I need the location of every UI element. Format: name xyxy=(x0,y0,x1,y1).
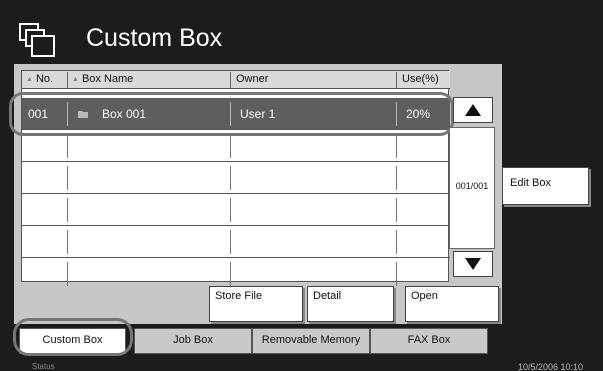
selection-highlight xyxy=(9,92,454,136)
page-indicator: 001/001 xyxy=(455,181,489,191)
triangle-down-icon xyxy=(465,258,481,270)
edit-box-button[interactable]: Edit Box xyxy=(502,167,589,205)
table-row-empty xyxy=(22,162,450,194)
column-header-box-name[interactable]: ▲ Box Name xyxy=(72,73,133,88)
tab-removable-memory[interactable]: Removable Memory xyxy=(252,328,370,354)
table-header: ▲ No. ▲ Box Name Owner Use(%) xyxy=(22,71,450,89)
tab-job-box[interactable]: Job Box xyxy=(134,328,252,354)
triangle-up-icon xyxy=(465,104,481,116)
sort-icon: ▲ xyxy=(26,76,33,83)
active-tab-highlight xyxy=(13,318,133,356)
screen: Custom Box ▲ No. ▲ Box Name Owner Use(%) 0… xyxy=(0,0,603,371)
scroll-up-button[interactable] xyxy=(453,97,493,123)
detail-button[interactable]: Detail xyxy=(307,286,394,322)
sort-icon: ▲ xyxy=(72,76,79,83)
open-button[interactable]: Open xyxy=(405,286,499,322)
scroll-down-button[interactable] xyxy=(453,251,493,277)
tab-fax-box[interactable]: FAX Box xyxy=(370,328,488,354)
page-title: Custom Box xyxy=(86,24,223,52)
column-header-use: Use(%) xyxy=(402,73,439,85)
table-row-empty xyxy=(22,194,450,226)
table-row-empty xyxy=(22,226,450,258)
column-header-owner: Owner xyxy=(236,73,269,85)
store-file-button[interactable]: Store File xyxy=(209,286,303,322)
datetime-display: 10/5/2006 10:10 xyxy=(518,362,584,371)
header-bar: Custom Box xyxy=(14,18,603,64)
status-button[interactable]: Status xyxy=(32,362,55,371)
column-header-no[interactable]: ▲ No. xyxy=(26,73,53,88)
custom-box-icon xyxy=(16,20,58,60)
